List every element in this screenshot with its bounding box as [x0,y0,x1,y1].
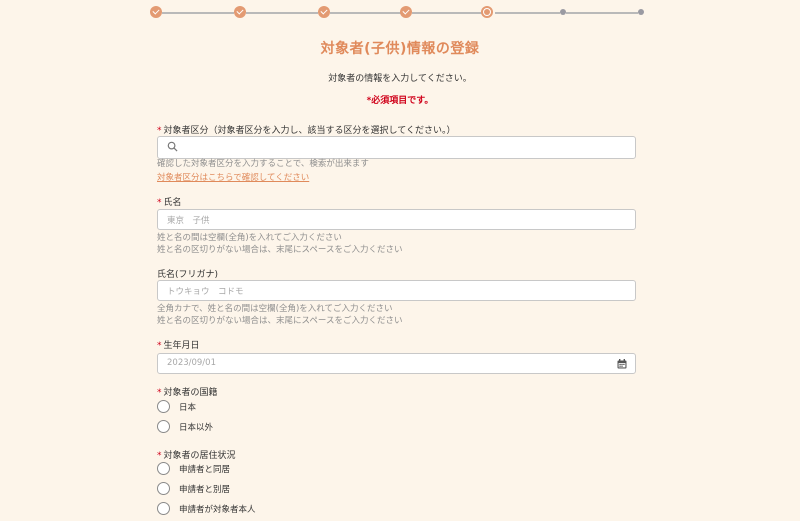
required-star: * [157,198,162,208]
radio-label: 申請者が対象者本人 [179,505,256,515]
page-title: 対象者(子供)情報の登録 [320,41,480,57]
step-3-completed-icon [318,6,330,18]
category-label: * 対象者区分（対象者区分を入力し、該当する区分を選択してください。） [157,126,456,136]
kana-label: 氏名(フリガナ) [157,270,219,280]
radio-label: 日本以外 [179,423,214,433]
category-reference-link[interactable]: 対象者区分はこちらで確認してください [157,171,309,183]
step-7-pending-icon [638,9,644,15]
calendar-icon[interactable] [617,359,627,369]
page-subtitle: 対象者の情報を入力してください。 [328,74,472,84]
residence-label: * 対象者の居住状況 [157,451,236,461]
name-input[interactable]: 東京 子供 [157,209,636,230]
step-connector [330,12,402,14]
kana-hint-2: 姓と名の区切りがない場合は、末尾にスペースをご入力ください [157,316,403,326]
kana-placeholder: トウキョウ コドモ [167,287,244,297]
birthdate-input[interactable]: 2023/09/01 [157,353,636,374]
step-1-completed-icon [150,6,162,18]
required-star: * [157,341,162,351]
step-2-completed-icon [234,6,246,18]
progress-stepper [150,6,644,20]
name-label: * 氏名 [157,198,182,208]
kana-input[interactable]: トウキョウ コドモ [157,280,636,301]
name-placeholder: 東京 子供 [167,216,210,226]
step-connector [412,12,486,14]
radio-label: 申請者と同居 [179,465,231,475]
step-5-current-icon [481,6,493,18]
category-search-input[interactable] [157,136,636,159]
step-connector [246,12,318,14]
step-6-pending-icon [560,9,566,15]
radio-label: 日本 [179,403,197,413]
step-connector [162,12,234,14]
kana-hint-1: 全角カナで、姓と名の間は空欄(全角)を入れてご入力ください [157,304,393,314]
radio-button[interactable] [157,400,170,413]
step-connector [566,12,638,14]
radio-button[interactable] [157,462,170,475]
search-icon [167,141,178,152]
name-hint-2: 姓と名の区切りがない場合は、末尾にスペースをご入力ください [157,245,403,255]
step-connector [495,12,560,14]
radio-button[interactable] [157,482,170,495]
radio-button[interactable] [157,502,170,515]
step-4-completed-icon [400,6,412,18]
birthdate-placeholder: 2023/09/01 [167,358,216,368]
birthdate-label: * 生年月日 [157,341,200,351]
required-note: *必須項目です。 [366,96,434,106]
name-hint-1: 姓と名の間は空欄(全角)を入れてご入力ください [157,233,342,243]
category-hint: 確認した対象者区分を入力することで、検索が出来ます [157,159,369,169]
nationality-label: * 対象者の国籍 [157,388,218,398]
radio-button[interactable] [157,420,170,433]
required-star: * [157,126,162,136]
radio-label: 申請者と別居 [179,485,231,495]
required-star: * [157,388,162,398]
required-star: * [157,451,162,461]
